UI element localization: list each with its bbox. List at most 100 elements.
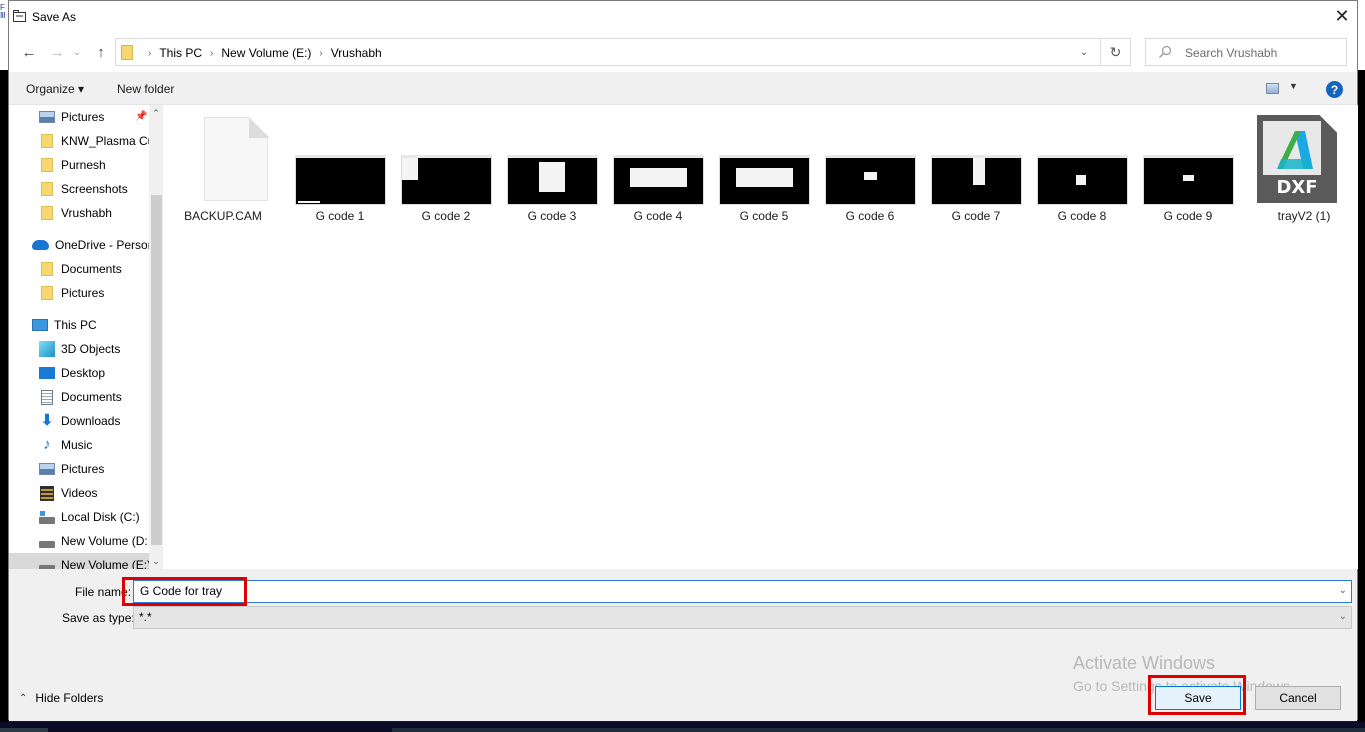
image-thumbnail — [507, 155, 598, 205]
file-item-g-code-5[interactable]: G code 5 — [714, 105, 814, 225]
scrollbar-thumb[interactable] — [151, 195, 162, 545]
file-item-g-code-7[interactable]: G code 7 — [926, 105, 1026, 225]
this-pc-icon — [32, 319, 48, 331]
file-name: BACKUP.CAM — [184, 209, 262, 223]
image-thumbnail — [931, 155, 1022, 205]
file-name-input[interactable] — [140, 584, 1320, 598]
scroll-up-button[interactable]: ⌃ — [149, 105, 163, 121]
3d-objects-icon — [39, 341, 55, 357]
sidebar-item-pictures-quick[interactable]: Pictures 📌 — [9, 105, 149, 129]
folder-icon — [41, 206, 53, 220]
refresh-button[interactable]: ↻ — [1100, 39, 1130, 65]
address-bar[interactable]: › This PC › New Volume (E:) › Vrushabh ⌄… — [115, 38, 1131, 66]
file-item-g-code-1[interactable]: G code 1 — [290, 105, 390, 225]
breadcrumb-new-volume-e[interactable]: New Volume (E:) — [221, 46, 311, 60]
file-item-g-code-6[interactable]: G code 6 — [820, 105, 920, 225]
sidebar-item-onedrive-documents[interactable]: Documents — [9, 257, 149, 281]
up-button[interactable]: ↑ — [91, 41, 111, 63]
file-item-g-code-9[interactable]: G code 9 — [1138, 105, 1238, 225]
sidebar-item-local-disk-c[interactable]: Local Disk (C:) — [9, 505, 149, 529]
help-icon[interactable]: ? — [1326, 81, 1343, 98]
search-box[interactable]: Search Vrushabh — [1145, 38, 1347, 66]
sidebar-item-label: Local Disk (C:) — [61, 510, 140, 524]
file-name: G code 6 — [845, 209, 895, 223]
breadcrumb-separator: › — [148, 47, 152, 59]
command-bar: Organize ▾ New folder ▼ ? — [9, 72, 1357, 105]
documents-icon — [41, 389, 53, 405]
forward-button[interactable]: → — [47, 41, 67, 63]
address-dropdown-button[interactable]: ⌄ — [1072, 39, 1096, 65]
downloads-icon: ⬇ — [40, 412, 54, 429]
watermark-line-1: Activate Windows — [1073, 653, 1216, 673]
scroll-down-button[interactable]: ⌄ — [149, 553, 163, 569]
sidebar-item-knw-plasma[interactable]: KNW_Plasma Cu — [9, 129, 149, 153]
highlight-annotation-file-name — [122, 577, 247, 606]
sidebar-item-label: KNW_Plasma Cu — [61, 134, 149, 148]
cancel-button[interactable]: Cancel — [1255, 686, 1341, 710]
pin-icon[interactable]: 📌 — [135, 111, 147, 122]
recent-locations-button[interactable]: ⌄ — [67, 41, 87, 63]
sidebar-item-label: Desktop — [61, 366, 106, 380]
save-dialog-icon — [13, 10, 26, 22]
music-icon: ♪ — [43, 436, 51, 453]
sidebar-item-pictures[interactable]: Pictures — [9, 457, 149, 481]
sidebar-item-videos[interactable]: Videos — [9, 481, 149, 505]
file-item-g-code-3[interactable]: G code 3 — [502, 105, 602, 225]
up-arrow-icon: ↑ — [97, 43, 105, 61]
file-item-backup-cam[interactable]: BACKUP.CAM — [173, 105, 273, 225]
sidebar-item-downloads[interactable]: ⬇ Downloads — [9, 409, 149, 433]
sidebar-item-3d-objects[interactable]: 3D Objects — [9, 337, 149, 361]
file-item-trayv2[interactable]: DXF trayV2 (1) — [1251, 105, 1351, 225]
sidebar-item-onedrive[interactable]: OneDrive - Persor — [9, 233, 149, 257]
organize-menu[interactable]: Organize ▾ — [26, 82, 84, 96]
chevron-down-icon[interactable]: ⌄ — [1339, 585, 1347, 596]
close-button[interactable]: ✕ — [1327, 1, 1357, 32]
change-view-icon[interactable] — [1266, 83, 1279, 94]
file-name: G code 5 — [739, 209, 789, 223]
breadcrumb-this-pc[interactable]: This PC — [159, 46, 202, 60]
back-button[interactable]: ← — [19, 41, 39, 63]
sidebar-item-new-volume-d[interactable]: New Volume (D: — [9, 529, 149, 553]
chevron-up-icon: ⌃ — [19, 692, 28, 704]
breadcrumb: › This PC › New Volume (E:) › Vrushabh — [140, 46, 382, 60]
sidebar-item-onedrive-pictures[interactable]: Pictures — [9, 281, 149, 305]
search-icon — [1159, 45, 1172, 58]
sidebar-item-label: Music — [61, 438, 93, 452]
image-thumbnail — [613, 155, 704, 205]
view-options-dropdown[interactable]: ▼ — [1289, 81, 1298, 91]
file-name-field[interactable]: ⌄ — [133, 580, 1352, 603]
chevron-down-icon: ⌄ — [152, 555, 160, 566]
sidebar-item-purnesh[interactable]: Purnesh — [9, 153, 149, 177]
new-folder-button[interactable]: New folder — [117, 82, 174, 96]
file-item-g-code-4[interactable]: G code 4 — [608, 105, 708, 225]
file-name: G code 2 — [421, 209, 471, 223]
title-bar[interactable]: Save As ✕ — [9, 1, 1357, 32]
sidebar-item-documents[interactable]: Documents — [9, 385, 149, 409]
breadcrumb-vrushabh[interactable]: Vrushabh — [331, 46, 382, 60]
sidebar-item-label: Pictures — [61, 462, 105, 476]
sidebar-item-music[interactable]: ♪ Music — [9, 433, 149, 457]
save-as-dialog: Save As ✕ ← → ⌄ ↑ › This PC › New Volume… — [8, 0, 1358, 721]
sidebar-item-desktop[interactable]: Desktop — [9, 361, 149, 385]
file-name: G code 8 — [1057, 209, 1107, 223]
sidebar-item-screenshots[interactable]: Screenshots — [9, 177, 149, 201]
chevron-up-icon: ⌃ — [152, 107, 160, 118]
file-item-g-code-8[interactable]: G code 8 — [1032, 105, 1132, 225]
image-thumbnail — [401, 155, 492, 205]
sidebar-item-this-pc[interactable]: This PC — [9, 313, 149, 337]
file-name: G code 4 — [633, 209, 683, 223]
hide-folders-button[interactable]: ⌃ Hide Folders — [19, 691, 103, 705]
breadcrumb-separator[interactable]: › — [319, 48, 322, 59]
sidebar-scrollbar[interactable]: ⌃ ⌄ — [149, 105, 163, 569]
file-item-g-code-2[interactable]: G code 2 — [396, 105, 496, 225]
folder-icon — [41, 134, 53, 148]
breadcrumb-separator[interactable]: › — [210, 48, 213, 59]
sidebar-item-new-volume-e[interactable]: New Volume (E:) — [9, 553, 149, 569]
save-as-type-select[interactable]: *.* ⌄ — [133, 606, 1352, 629]
sidebar-item-label: Screenshots — [61, 182, 128, 196]
background-window-right — [1357, 0, 1365, 722]
sidebar-item-label: Pictures — [61, 110, 105, 124]
save-as-type-value: *.* — [139, 610, 152, 624]
pictures-icon — [39, 111, 55, 123]
sidebar-item-vrushabh[interactable]: Vrushabh — [9, 201, 149, 225]
